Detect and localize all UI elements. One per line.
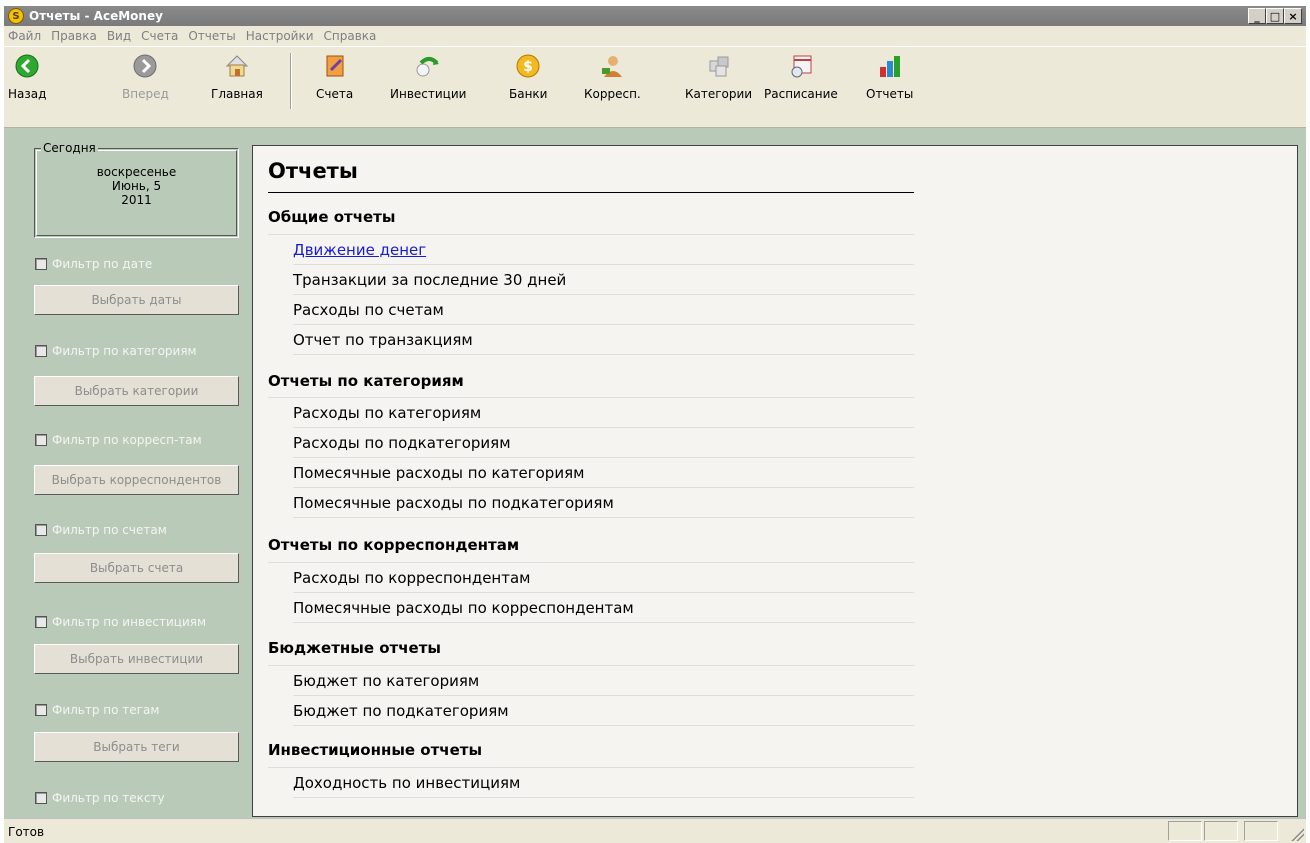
- status-text: Готов: [8, 825, 45, 839]
- checkbox-icon: [35, 345, 47, 357]
- maximize-button[interactable]: □: [1266, 8, 1284, 24]
- back-button[interactable]: Назад: [8, 53, 46, 101]
- menu-settings[interactable]: Настройки: [246, 29, 314, 43]
- report-budget-by-category[interactable]: Бюджет по категориям: [293, 666, 914, 696]
- select-categories-button[interactable]: Выбрать категории: [34, 376, 239, 406]
- toolbar-separator: [290, 53, 292, 109]
- today-legend: Сегодня: [41, 141, 98, 155]
- today-weekday: воскресенье: [96, 165, 177, 179]
- status-pane: [1168, 821, 1202, 841]
- svg-text:$: $: [523, 59, 533, 75]
- report-budget-by-subcategory[interactable]: Бюджет по подкатегориям: [293, 696, 914, 726]
- reports-panel: Отчеты Общие отчеты Движение денег Транз…: [252, 145, 1298, 817]
- menu-reports[interactable]: Отчеты: [188, 29, 235, 43]
- checkbox-icon: [35, 434, 47, 446]
- accounts-book-icon: [322, 53, 348, 79]
- checkbox-icon: [35, 792, 47, 804]
- forward-arrow-icon: [132, 53, 158, 79]
- report-expenses-by-category[interactable]: Расходы по категориям: [293, 398, 914, 428]
- checkbox-icon: [35, 616, 47, 628]
- investments-button[interactable]: Инвестиции: [390, 53, 466, 101]
- report-expenses-by-subcategory[interactable]: Расходы по подкатегориям: [293, 428, 914, 458]
- house-icon: [224, 53, 250, 79]
- forward-button[interactable]: Вперед: [122, 53, 169, 101]
- section-category-reports: Отчеты по категориям: [268, 372, 464, 390]
- resize-grip-icon[interactable]: [1290, 827, 1304, 841]
- menu-view[interactable]: Вид: [107, 29, 131, 43]
- banks-button[interactable]: $ Банки: [509, 53, 547, 101]
- filter-investments-checkbox[interactable]: Фильтр по инвестициям: [35, 615, 206, 629]
- select-accounts-button[interactable]: Выбрать счета: [34, 553, 239, 583]
- title-bar: S Отчеты - AceMoney _ □ ×: [4, 6, 1306, 26]
- payees-button[interactable]: Корресп.: [584, 53, 641, 101]
- menu-accounts[interactable]: Счета: [141, 29, 178, 43]
- today-year: 2011: [121, 193, 152, 207]
- report-transactions[interactable]: Отчет по транзакциям: [293, 325, 914, 355]
- schedule-button[interactable]: Расписание: [764, 53, 838, 101]
- report-monthly-by-payee[interactable]: Помесячные расходы по корреспондентам: [293, 593, 914, 623]
- status-bar: Готов: [4, 818, 1306, 843]
- report-monthly-by-category[interactable]: Помесячные расходы по категориям: [293, 458, 914, 488]
- select-payees-button[interactable]: Выбрать корреспондентов: [34, 465, 239, 495]
- menu-bar: Файл Правка Вид Счета Отчеты Настройки С…: [4, 26, 1306, 46]
- categories-cubes-icon: [706, 53, 732, 79]
- acemoney-app-icon[interactable]: S: [8, 8, 24, 24]
- select-investments-button[interactable]: Выбрать инвестиции: [34, 644, 239, 674]
- title-divider: [268, 192, 914, 193]
- section-general-reports: Общие отчеты: [268, 208, 396, 226]
- status-pane: [1244, 821, 1278, 841]
- payee-person-icon: [599, 53, 625, 79]
- report-cash-flow[interactable]: Движение денег: [293, 235, 914, 265]
- select-dates-button[interactable]: Выбрать даты: [34, 285, 239, 315]
- reports-button[interactable]: Отчеты: [866, 53, 913, 101]
- filter-tags-checkbox[interactable]: Фильтр по тегам: [35, 703, 159, 717]
- filter-payees-checkbox[interactable]: Фильтр по корресп-там: [35, 433, 202, 447]
- investments-arrow-icon: [415, 53, 441, 79]
- report-monthly-by-subcategory[interactable]: Помесячные расходы по подкатегориям: [293, 488, 914, 518]
- filter-text-checkbox[interactable]: Фильтр по тексту: [35, 791, 165, 805]
- close-button[interactable]: ×: [1284, 8, 1302, 24]
- status-pane: [1204, 821, 1238, 841]
- filter-categories-checkbox[interactable]: Фильтр по категориям: [35, 344, 197, 358]
- section-payee-reports: Отчеты по корреспондентам: [268, 536, 520, 554]
- today-date: Июнь, 5: [111, 179, 162, 193]
- back-arrow-icon: [14, 53, 40, 79]
- filter-date-checkbox[interactable]: Фильтр по дате: [35, 257, 152, 271]
- toolbar: Назад Вперед Главная Счета Инвестиции $ …: [4, 46, 1306, 128]
- page-title: Отчеты: [268, 159, 358, 183]
- menu-help[interactable]: Справка: [324, 29, 377, 43]
- menu-edit[interactable]: Правка: [51, 29, 97, 43]
- main-area: Сегодня воскресенье Июнь, 5 2011 Фильтр …: [4, 128, 1306, 818]
- home-button[interactable]: Главная: [211, 53, 263, 101]
- checkbox-icon: [35, 704, 47, 716]
- menu-file[interactable]: Файл: [8, 29, 41, 43]
- calendar-clock-icon: [788, 53, 814, 79]
- report-last-30-days[interactable]: Транзакции за последние 30 дней: [293, 265, 914, 295]
- section-investment-reports: Инвестиционные отчеты: [268, 741, 483, 759]
- report-investment-returns[interactable]: Доходность по инвестициям: [293, 768, 914, 798]
- checkbox-icon: [35, 258, 47, 270]
- report-expenses-by-payee[interactable]: Расходы по корреспондентам: [293, 563, 914, 593]
- minimize-button[interactable]: _: [1248, 8, 1266, 24]
- section-budget-reports: Бюджетные отчеты: [268, 639, 441, 657]
- window-title: Отчеты - AceMoney: [29, 9, 163, 23]
- report-expenses-by-account[interactable]: Расходы по счетам: [293, 295, 914, 325]
- accounts-button[interactable]: Счета: [316, 53, 353, 101]
- categories-button[interactable]: Категории: [685, 53, 752, 101]
- dollar-coin-icon: $: [515, 53, 541, 79]
- today-groupbox: Сегодня воскресенье Июнь, 5 2011: [34, 141, 239, 238]
- filter-accounts-checkbox[interactable]: Фильтр по счетам: [35, 523, 167, 537]
- select-tags-button[interactable]: Выбрать теги: [34, 732, 239, 762]
- bar-chart-icon: [877, 53, 903, 79]
- checkbox-icon: [35, 524, 47, 536]
